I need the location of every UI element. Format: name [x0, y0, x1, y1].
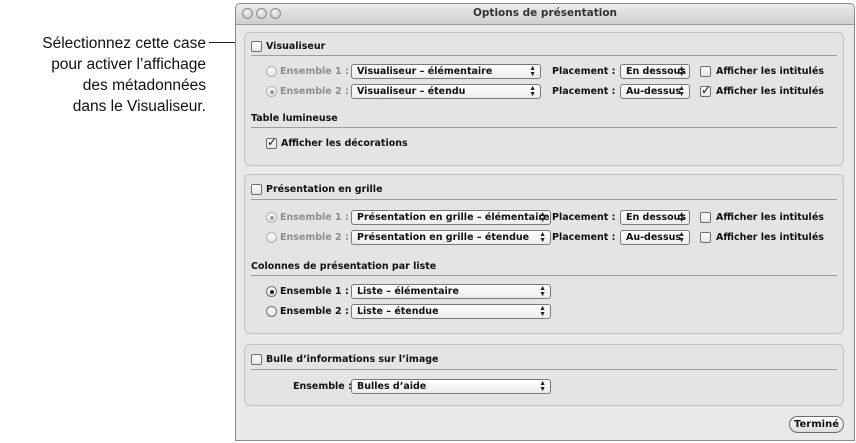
- popup-arrows-icon: ▲ ▼: [539, 380, 546, 393]
- list-columns-separator: [251, 275, 837, 276]
- viewer-set2-placement-popup[interactable]: Au-dessus ▲ ▼: [620, 84, 690, 99]
- info-bubble-set-popup[interactable]: Bulles d’aide ▲ ▼: [351, 379, 551, 394]
- grid-set1-placement-value: En dessous: [626, 212, 687, 223]
- list-set2-radio[interactable]: [266, 306, 277, 317]
- callout-line: dans le Visualiseur.: [72, 98, 206, 115]
- viewer-set1-show-labels-checkbox[interactable]: [700, 66, 711, 77]
- viewer-set1-placement-label: Placement :: [552, 66, 616, 77]
- window-title: Options de présentation: [472, 7, 618, 19]
- grid-set2-show-labels-label: Afficher les intitulés: [716, 232, 824, 243]
- grid-set2-placement-popup[interactable]: Au-dessus ▲ ▼: [620, 230, 690, 245]
- viewer-set1-radio[interactable]: [266, 66, 277, 77]
- grid-set2-radio[interactable]: [266, 232, 277, 243]
- grid-set1-value: Présentation en grille – élémentaire: [357, 212, 550, 223]
- popup-arrows-icon: ▲ ▼: [678, 211, 685, 224]
- grid-set2-show-labels-checkbox[interactable]: [700, 232, 711, 243]
- grid-set2-placement-value: Au-dessus: [626, 232, 682, 243]
- viewer-checkbox[interactable]: [251, 41, 262, 52]
- callout-line: des métadonnées: [82, 77, 206, 94]
- viewer-label: Visualiseur: [266, 41, 326, 52]
- list-set1-label: Ensemble 1 :: [280, 286, 349, 297]
- popup-arrows-icon: ▲ ▼: [529, 65, 536, 78]
- viewer-set2-label: Ensemble 2 :: [280, 86, 349, 97]
- popup-arrows-icon: ▲ ▼: [678, 85, 685, 98]
- viewer-set2-show-labels-label: Afficher les intitulés: [716, 86, 824, 97]
- popup-arrows-icon: ▲ ▼: [529, 85, 536, 98]
- callout-line: Sélectionnez cette case: [42, 35, 206, 52]
- light-table-heading: Table lumineuse: [251, 113, 338, 124]
- viewer-set2-popup[interactable]: Visualiseur – étendu ▲ ▼: [351, 84, 541, 99]
- grid-label: Présentation en grille: [266, 184, 383, 195]
- grid-set1-radio[interactable]: [266, 212, 277, 223]
- viewer-set1-label: Ensemble 1 :: [280, 66, 349, 77]
- grid-separator: [251, 199, 837, 200]
- grid-set2-placement-label: Placement :: [552, 232, 616, 243]
- popup-arrows-icon: ▲ ▼: [678, 231, 685, 244]
- info-bubble-checkbox[interactable]: [251, 354, 262, 365]
- grid-set2-label: Ensemble 2 :: [280, 232, 349, 243]
- info-bubble-group: Bulle d’informations sur l’image Ensembl…: [244, 344, 844, 406]
- viewer-set2-show-labels-checkbox[interactable]: ✓: [700, 83, 712, 97]
- info-bubble-separator: [251, 369, 837, 370]
- popup-arrows-icon: ▲ ▼: [539, 211, 546, 224]
- list-set2-value: Liste – étendue: [357, 306, 439, 317]
- grid-set1-placement-label: Placement :: [552, 212, 616, 223]
- viewer-set2-value: Visualiseur – étendu: [357, 86, 466, 97]
- grid-set1-placement-popup[interactable]: En dessous ▲ ▼: [620, 210, 690, 225]
- callout-text: Sélectionnez cette case pour activer l’a…: [0, 33, 206, 117]
- viewer-separator: [251, 55, 837, 56]
- list-set1-popup[interactable]: Liste – élémentaire ▲ ▼: [351, 284, 551, 299]
- viewer-set1-popup[interactable]: Visualiseur – élémentaire ▲ ▼: [351, 64, 541, 79]
- viewer-set2-placement-value: Au-dessus: [626, 86, 682, 97]
- list-set1-value: Liste – élémentaire: [357, 286, 459, 297]
- grid-set1-show-labels-label: Afficher les intitulés: [716, 212, 824, 223]
- viewer-set2-radio[interactable]: [266, 86, 277, 97]
- grid-set1-show-labels-checkbox[interactable]: [700, 212, 711, 223]
- viewer-set2-placement-label: Placement :: [552, 86, 616, 97]
- light-table-separator: [251, 127, 837, 128]
- checkmark-icon: ✓: [701, 83, 712, 97]
- popup-arrows-icon: ▲ ▼: [539, 231, 546, 244]
- window-titlebar[interactable]: Options de présentation: [236, 4, 854, 25]
- grid-set1-label: Ensemble 1 :: [280, 212, 349, 223]
- list-set1-radio[interactable]: [266, 286, 277, 297]
- grid-set1-popup[interactable]: Présentation en grille – élémentaire ▲ ▼: [351, 210, 551, 225]
- checkmark-icon: ✓: [267, 135, 278, 149]
- info-bubble-set-label: Ensemble :: [293, 381, 352, 392]
- viewer-group: Visualiseur Ensemble 1 : Visualiseur – é…: [244, 32, 844, 166]
- popup-arrows-icon: ▲ ▼: [678, 65, 685, 78]
- show-decorations-checkbox[interactable]: ✓: [266, 135, 278, 149]
- grid-set2-popup[interactable]: Présentation en grille – étendue ▲ ▼: [351, 230, 551, 245]
- viewer-set1-value: Visualiseur – élémentaire: [357, 66, 493, 77]
- info-bubble-set-value: Bulles d’aide: [357, 381, 427, 392]
- list-columns-heading: Colonnes de présentation par liste: [251, 261, 437, 272]
- list-set2-label: Ensemble 2 :: [280, 306, 349, 317]
- viewer-set1-placement-popup[interactable]: En dessous ▲ ▼: [620, 64, 690, 79]
- done-button[interactable]: Terminé: [789, 416, 844, 433]
- presentation-options-window: Options de présentation Visualiseur Ense…: [235, 3, 855, 441]
- grid-checkbox[interactable]: [251, 184, 262, 195]
- popup-arrows-icon: ▲ ▼: [539, 305, 546, 318]
- info-bubble-label: Bulle d’informations sur l’image: [266, 354, 439, 365]
- grid-set2-value: Présentation en grille – étendue: [357, 232, 530, 243]
- grid-group: Présentation en grille Ensemble 1 : Prés…: [244, 174, 844, 334]
- callout-line: pour activer l’affichage: [51, 56, 206, 73]
- viewer-set1-placement-value: En dessous: [626, 66, 687, 77]
- popup-arrows-icon: ▲ ▼: [539, 285, 546, 298]
- viewer-set1-show-labels-label: Afficher les intitulés: [716, 66, 824, 77]
- list-set2-popup[interactable]: Liste – étendue ▲ ▼: [351, 304, 551, 319]
- show-decorations-label: Afficher les décorations: [281, 138, 408, 149]
